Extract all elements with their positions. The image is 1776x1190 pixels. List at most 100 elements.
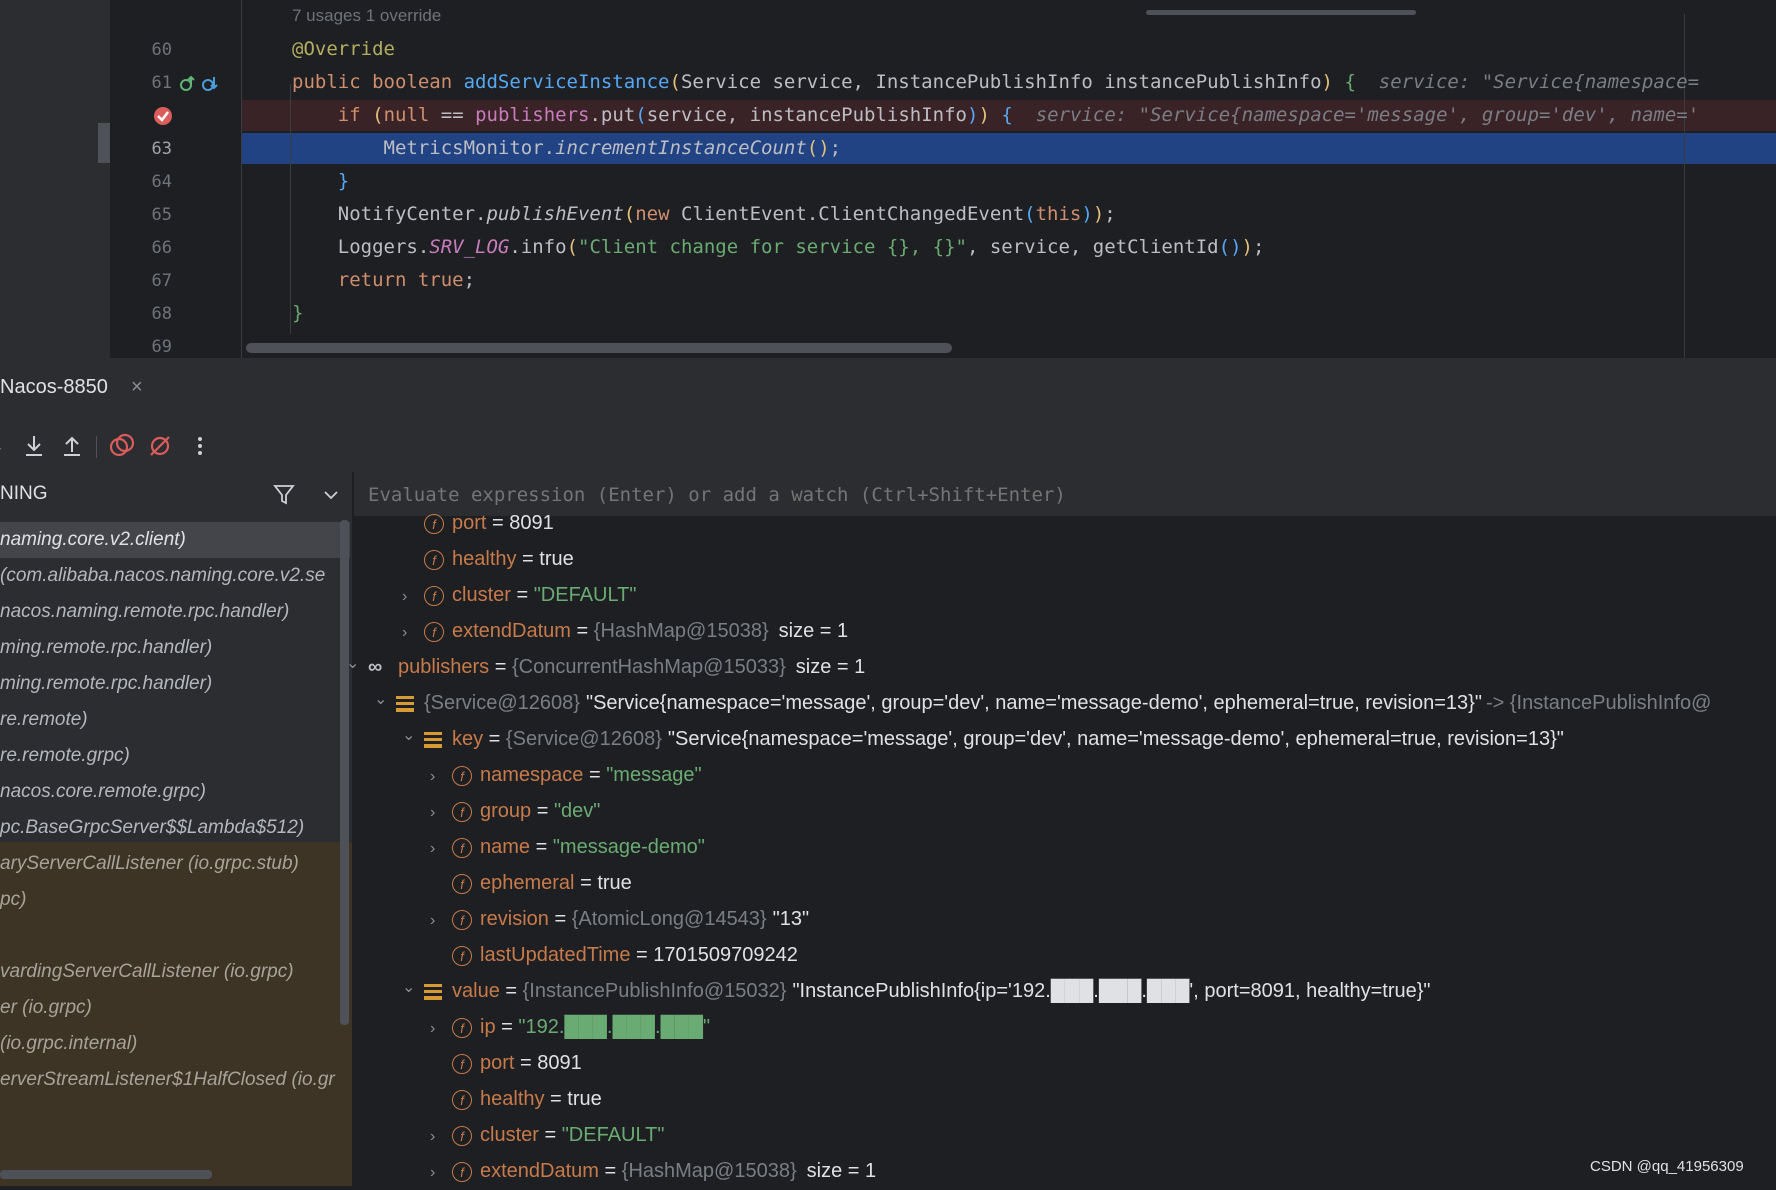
variable-row[interactable]: › f name = "message-demo" xyxy=(430,830,705,864)
stack-frame[interactable]: pc.BaseGrpcServer$$Lambda$512) xyxy=(0,810,350,846)
step-out-icon[interactable] xyxy=(58,432,86,460)
code-line-68[interactable]: } xyxy=(292,302,303,324)
variable-row[interactable]: ⌄ key = {Service@12608} "Service{namespace… xyxy=(402,722,1564,756)
variable-equals: = xyxy=(483,728,506,750)
stack-frame[interactable]: ming.remote.rpc.handler) xyxy=(0,666,350,702)
chevron-down-icon[interactable]: ⌄ xyxy=(402,719,424,753)
filter-icon[interactable] xyxy=(272,482,296,506)
stack-frame[interactable]: (com.alibaba.nacos.naming.core.v2.se xyxy=(0,558,350,594)
field-icon: f xyxy=(452,873,472,894)
variable-equals: = xyxy=(544,1088,568,1110)
stack-frame[interactable]: ming.remote.rpc.handler) xyxy=(0,630,350,666)
stack-frame[interactable]: naming.core.v2.client) xyxy=(0,522,350,558)
chevron-right-icon[interactable]: › xyxy=(402,580,424,614)
field-icon: f xyxy=(452,1125,472,1146)
view-breakpoints-icon[interactable] xyxy=(108,432,136,460)
variable-row[interactable]: f port = 8091 xyxy=(402,506,554,540)
chevron-right-icon[interactable]: › xyxy=(430,760,452,794)
chevron-down-icon[interactable]: ⌄ xyxy=(374,683,396,717)
variable-row[interactable]: ⌄ {Service@12608} "Service{namespace='mess… xyxy=(374,686,1717,720)
indent-guide xyxy=(290,84,291,334)
variable-row[interactable]: f lastUpdatedTime = 1701509709242 xyxy=(430,938,798,972)
line-number: 69 xyxy=(151,337,172,357)
variable-row[interactable]: › f group = "dev" xyxy=(430,794,600,828)
code-line-62[interactable]: if (null == publishers.put(service, inst… xyxy=(292,104,1699,126)
code-line-60[interactable]: @Override xyxy=(292,38,395,60)
usages-hint[interactable]: 7 usages 1 override xyxy=(292,6,441,26)
variable-row[interactable]: › f namespace = "message" xyxy=(430,758,702,792)
code-line-65[interactable]: NotifyCenter.publishEvent(new ClientEven… xyxy=(292,203,1116,225)
stack-frame[interactable]: re.remote.grpc) xyxy=(0,738,350,774)
chevron-down-icon[interactable]: ⌄ xyxy=(346,647,368,681)
mute-breakpoints-icon[interactable] xyxy=(146,432,174,460)
stack-frame[interactable]: vardingServerCallListener (io.grpc) xyxy=(0,954,350,990)
chevron-right-icon[interactable]: › xyxy=(430,904,452,938)
breakpoint-icon[interactable] xyxy=(152,105,174,127)
editor-top-scrollbar[interactable] xyxy=(1146,10,1416,15)
frames-vertical-scrollbar[interactable] xyxy=(340,520,349,1025)
variable-equals: = xyxy=(570,620,594,642)
stack-frame[interactable]: nacos.core.remote.grpc) xyxy=(0,774,350,810)
variable-row[interactable]: f ephemeral = true xyxy=(430,866,632,900)
chevron-down-icon[interactable] xyxy=(322,486,340,504)
code-line-67[interactable]: return true; xyxy=(292,269,475,291)
variable-name: healthy xyxy=(480,1088,545,1110)
more-options-icon[interactable] xyxy=(186,432,214,460)
variable-row[interactable]: › f ip = "192.███.███.███" xyxy=(430,1010,710,1044)
stack-frame[interactable]: erverStreamListener$1HalfClosed (io.gr xyxy=(0,1062,350,1098)
tab-close-icon[interactable]: × xyxy=(131,376,143,399)
line-number: 65 xyxy=(151,205,172,225)
stack-frame[interactable]: nacos.naming.remote.rpc.handler) xyxy=(0,594,350,630)
tab-nacos-8850[interactable]: Nacos-8850 xyxy=(0,376,108,399)
chevron-right-icon[interactable]: › xyxy=(430,1156,452,1190)
chevron-right-icon[interactable]: › xyxy=(402,616,424,650)
stack-frame[interactable]: er (io.grpc) xyxy=(0,990,350,1026)
variable-name: revision xyxy=(480,908,549,930)
variable-row[interactable]: › f extendDatum = {HashMap@15038} size = 1 xyxy=(430,1154,882,1188)
stack-frame[interactable]: (io.grpc.internal) xyxy=(0,1026,350,1062)
watch-glasses-icon: ∞ xyxy=(368,656,383,678)
variable-equals: = xyxy=(583,764,607,786)
stack-frame[interactable]: aryServerCallListener (io.grpc.stub) xyxy=(0,846,350,882)
scroll-marker xyxy=(98,123,110,163)
variable-row[interactable]: ⌄ value = {InstancePublishInfo@15032} "Ins… xyxy=(402,974,1431,1008)
variable-row[interactable]: › f cluster = "DEFAULT" xyxy=(430,1118,664,1152)
chevron-down-icon[interactable]: ⌄ xyxy=(402,971,424,1005)
frames-horizontal-scrollbar[interactable] xyxy=(0,1170,212,1179)
evaluate-expression-input[interactable] xyxy=(366,483,1370,507)
stack-frame[interactable]: re.remote) xyxy=(0,702,350,738)
chevron-right-icon[interactable]: › xyxy=(430,1012,452,1046)
variable-row[interactable]: ⌄ ∞ publishers = {ConcurrentHashMap@15033}… xyxy=(346,650,871,684)
code-editor[interactable] xyxy=(0,0,1776,358)
variable-row[interactable]: › f extendDatum = {HashMap@15038} size = 1 xyxy=(402,614,854,648)
variable-row[interactable]: › f revision = {AtomicLong@14543} "13" xyxy=(430,902,809,936)
variable-row[interactable]: f port = 8091 xyxy=(430,1046,582,1080)
variable-reference: {InstancePublishInfo@15032} xyxy=(522,980,787,1002)
code-line-66[interactable]: Loggers.SRV_LOG.info("Client change for … xyxy=(292,236,1265,258)
variable-value: 1701509709242 xyxy=(653,944,798,966)
override-gutter-icon[interactable] xyxy=(180,74,220,94)
variable-equals: = xyxy=(530,836,553,858)
variable-size: -> {InstancePublishInfo@ xyxy=(1485,692,1712,714)
variable-row[interactable]: › f cluster = "DEFAULT" xyxy=(402,578,636,612)
variable-row[interactable]: f healthy = true xyxy=(402,542,574,576)
code-line-63[interactable]: MetricsMonitor.incrementInstanceCount(); xyxy=(292,137,842,159)
code-line-64[interactable]: } xyxy=(292,170,349,192)
variable-name: group xyxy=(480,800,532,822)
variable-value: true xyxy=(567,1088,602,1110)
editor-horizontal-scrollbar[interactable] xyxy=(246,343,952,353)
chevron-right-icon[interactable]: › xyxy=(430,1120,452,1154)
step-over-icon[interactable] xyxy=(0,432,18,460)
stack-frame[interactable]: pc) xyxy=(0,882,350,918)
chevron-right-icon[interactable]: › xyxy=(430,796,452,830)
thread-selector[interactable]: NING xyxy=(0,483,48,505)
map-entry-icon xyxy=(424,983,442,1000)
step-into-icon[interactable] xyxy=(20,432,48,460)
variable-name: value xyxy=(452,980,500,1002)
code-line-61[interactable]: public boolean addServiceInstance(Servic… xyxy=(292,71,1699,93)
chevron-right-icon[interactable]: › xyxy=(430,832,452,866)
variable-row[interactable]: f healthy = true xyxy=(430,1082,602,1116)
line-number: 66 xyxy=(151,238,172,258)
stack-frame[interactable] xyxy=(0,918,350,954)
variable-equals: = xyxy=(531,800,554,822)
